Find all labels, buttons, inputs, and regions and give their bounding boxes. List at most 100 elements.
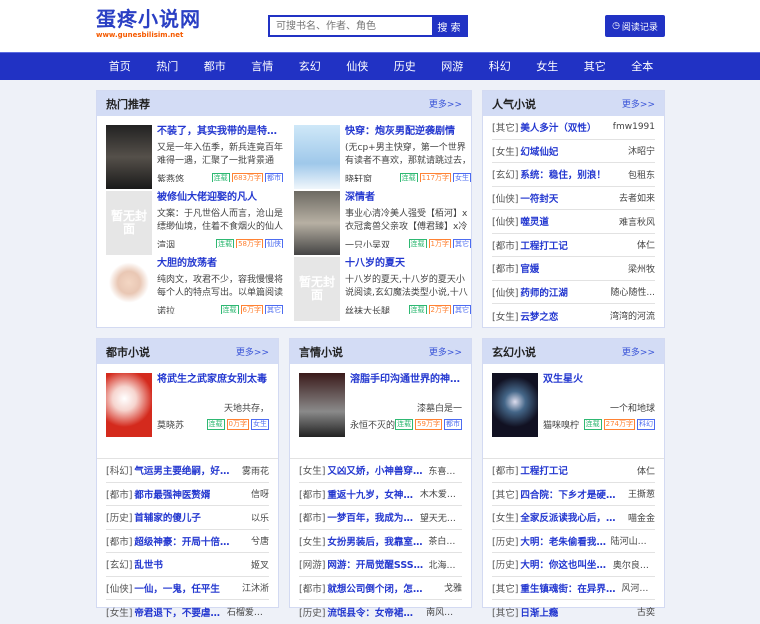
list-item[interactable]: [其它] 美人多汁（双性） fmw1991 bbox=[492, 116, 655, 140]
list-item[interactable]: [历史] 大明：老朱偷看我... 陆河山的... bbox=[492, 530, 655, 553]
nav-item-11[interactable]: 全本 bbox=[619, 53, 667, 80]
list-item-title[interactable]: 一符封天 bbox=[520, 191, 558, 205]
book-title[interactable]: 双生星火 bbox=[543, 373, 655, 387]
list-item[interactable]: [仙侠] 一符封天 去者如来 bbox=[492, 187, 655, 210]
list-item[interactable]: [女生] 云梦之恋 湾湾的河流 bbox=[492, 304, 655, 328]
list-item-title[interactable]: 重返十九岁，女神你... bbox=[327, 487, 415, 501]
list-item[interactable]: [女生]全家反派读我心后，人设... 喵金金 bbox=[492, 506, 655, 530]
list-item[interactable]: [玄幻] 系统：稳住，别浪！ 包租东 bbox=[492, 163, 655, 187]
list-item-title[interactable]: 气运男主要绝嗣，好孕女... bbox=[134, 463, 234, 477]
list-item-title[interactable]: 首辅家的傻儿子 bbox=[134, 510, 201, 524]
list-item[interactable]: [都市] 一梦百年，我成为了... 望天无敌手 bbox=[299, 506, 462, 530]
list-item-title[interactable]: 一仙，一鬼，任平生 bbox=[134, 581, 220, 595]
list-item-title[interactable]: 系统：稳住，别浪！ bbox=[520, 167, 606, 181]
nav-item-10[interactable]: 其它 bbox=[571, 53, 619, 80]
more-link[interactable]: 更多>> bbox=[622, 345, 655, 358]
list-item[interactable]: [女生] 幻域仙妃 沐昭宁 bbox=[492, 140, 655, 163]
nav-item-3[interactable]: 言情 bbox=[239, 53, 287, 80]
more-link[interactable]: 更多>> bbox=[236, 345, 269, 358]
list-item-title[interactable]: 药师的江湖 bbox=[520, 285, 568, 299]
list-item-title[interactable]: 又凶又娇，小神兽穿书... bbox=[327, 463, 424, 477]
book-title[interactable]: 快穿：炮灰男配逆袭剧情 bbox=[345, 125, 471, 139]
list-item-title[interactable]: 全家反派读我心后，人设... bbox=[520, 510, 620, 524]
search-button[interactable]: 搜 索 bbox=[432, 17, 466, 35]
list-item[interactable]: [都市] 超级神豪：开局十倍返现 兮唐 bbox=[106, 530, 269, 553]
list-item-title[interactable]: 都市最强神医赘婿 bbox=[134, 487, 210, 501]
list-item[interactable]: [玄幻] 乱世书 姬叉 bbox=[106, 553, 269, 577]
more-link[interactable]: 更多>> bbox=[429, 97, 462, 110]
list-item[interactable]: [都市] 重返十九岁，女神你... 木木爱吃鱼 bbox=[299, 483, 462, 506]
list-item-title[interactable]: 幻域仙妃 bbox=[520, 144, 558, 158]
list-item-title[interactable]: 官媛 bbox=[520, 261, 539, 275]
list-item-title[interactable]: 美人多汁（双性） bbox=[520, 120, 596, 134]
list-item-title[interactable]: 网游：开局觉醒SSS无... bbox=[327, 557, 424, 571]
search-input[interactable] bbox=[270, 17, 432, 35]
book-cover[interactable] bbox=[294, 125, 340, 189]
book-title[interactable]: 将武生之武家庶女别太毒 bbox=[157, 373, 269, 387]
list-item-title[interactable]: 乱世书 bbox=[134, 557, 163, 571]
list-item-title[interactable]: 工程打工记 bbox=[520, 238, 568, 252]
list-item-title[interactable]: 工程打工记 bbox=[520, 463, 568, 477]
book-title[interactable]: 溶脂手印沟通世界的神秘... bbox=[350, 373, 462, 387]
list-item-title[interactable]: 帝君退下，不要虐让... bbox=[134, 605, 222, 619]
book-cover[interactable] bbox=[294, 191, 340, 255]
book-title[interactable]: 十八岁的夏天 bbox=[345, 257, 471, 271]
list-item-title[interactable]: 一梦百年，我成为了... bbox=[327, 510, 415, 524]
nav-item-8[interactable]: 科幻 bbox=[476, 53, 524, 80]
list-item[interactable]: [科幻]气运男主要绝嗣，好孕女... 雾雨花 bbox=[106, 459, 269, 483]
list-item[interactable]: [都市] 官媛 梁州牧 bbox=[492, 257, 655, 281]
list-item[interactable]: [都市] 工程打工记 体仁 bbox=[492, 459, 655, 483]
list-item-title[interactable]: 女扮男装后，我靠室友... bbox=[327, 534, 424, 548]
no-cover-image[interactable]: 暂无封面 bbox=[294, 257, 340, 321]
list-item[interactable]: [历史] 大明：你这也叫坐牢... 奥尔良烤猫 bbox=[492, 553, 655, 577]
book-title[interactable]: 被修仙大佬迎娶的凡人 bbox=[157, 191, 283, 205]
list-item-title[interactable]: 云梦之恋 bbox=[520, 309, 558, 323]
list-item-author: 奥尔良烤猫 bbox=[612, 560, 655, 571]
list-item[interactable]: [其它] 重生镇魂街：在异界成... 风河溪竹 bbox=[492, 577, 655, 600]
list-item[interactable]: [女生] 又凶又娇，小神兽穿书... 东喜南北 bbox=[299, 459, 462, 483]
list-item[interactable]: [女生] 女扮男装后，我靠室友... 茶白墨黑 bbox=[299, 530, 462, 553]
nav-item-4[interactable]: 玄幻 bbox=[286, 53, 334, 80]
list-item-title[interactable]: 流氓县令：女帝裙下臣 bbox=[327, 605, 422, 619]
no-cover-image[interactable]: 暂无封面 bbox=[106, 191, 152, 255]
list-item-title[interactable]: 日渐上瘾 bbox=[520, 605, 558, 619]
list-item[interactable]: [其它] 日渐上瘾 古奕 bbox=[492, 600, 655, 624]
book-cover[interactable] bbox=[106, 257, 152, 321]
list-item[interactable]: [都市] 工程打工记 体仁 bbox=[492, 234, 655, 257]
nav-item-5[interactable]: 仙侠 bbox=[334, 53, 382, 80]
book-cover[interactable] bbox=[299, 373, 345, 437]
list-item[interactable]: [仙侠] 一仙，一鬼，任平生 江沐淅 bbox=[106, 577, 269, 600]
nav-item-2[interactable]: 都市 bbox=[191, 53, 239, 80]
book-cover[interactable] bbox=[106, 373, 152, 437]
site-logo[interactable]: 蛋疼小说网 www.gunesbilisim.net bbox=[96, 8, 201, 39]
nav-item-0[interactable]: 首页 bbox=[96, 53, 144, 80]
list-item[interactable]: [历史] 流氓县令：女帝裙下臣 南风听雨 bbox=[299, 600, 462, 624]
nav-item-7[interactable]: 网游 bbox=[429, 53, 477, 80]
list-item-title[interactable]: 大明：老朱偷看我... bbox=[520, 534, 606, 548]
nav-item-1[interactable]: 热门 bbox=[144, 53, 192, 80]
list-item[interactable]: [仙侠] 药师的江湖 随心随性... bbox=[492, 281, 655, 304]
nav-item-6[interactable]: 历史 bbox=[381, 53, 429, 80]
list-item-title[interactable]: 噬灵道 bbox=[520, 214, 549, 228]
list-item[interactable]: [女生] 帝君退下，不要虐让... 石榴爱上橙 bbox=[106, 600, 269, 624]
list-item[interactable]: [都市] 都市最强神医赘婿 信呀 bbox=[106, 483, 269, 506]
more-link[interactable]: 更多>> bbox=[429, 345, 462, 358]
list-item[interactable]: [其它] 四合院：下乡才是硬道理 王撕葱 bbox=[492, 483, 655, 506]
list-item-title[interactable]: 重生镇魂街：在异界成... bbox=[520, 581, 617, 595]
list-item-title[interactable]: 大明：你这也叫坐牢... bbox=[520, 557, 608, 571]
list-item[interactable]: [仙侠] 噬灵道 难言秋风 bbox=[492, 210, 655, 234]
more-link[interactable]: 更多>> bbox=[622, 97, 655, 110]
list-item-title[interactable]: 四合院：下乡才是硬道理 bbox=[520, 487, 620, 501]
nav-item-9[interactable]: 女生 bbox=[524, 53, 572, 80]
book-cover[interactable] bbox=[106, 125, 152, 189]
book-cover[interactable] bbox=[492, 373, 538, 437]
reading-history-button[interactable]: ◷ 阅读记录 bbox=[605, 15, 665, 37]
list-item[interactable]: [网游] 网游：开局觉醒SSS无... 北海的鱼 bbox=[299, 553, 462, 577]
list-item[interactable]: [都市]就想公司倒个闭，怎么这么难 戈雅 bbox=[299, 577, 462, 600]
book-title[interactable]: 大胆的放荡者 bbox=[157, 257, 283, 271]
book-title[interactable]: 深情者 bbox=[345, 191, 471, 205]
list-item-title[interactable]: 就想公司倒个闭，怎么这么难 bbox=[327, 581, 427, 595]
list-item[interactable]: [历史] 首辅家的傻儿子 以乐 bbox=[106, 506, 269, 530]
list-item-title[interactable]: 超级神豪：开局十倍返现 bbox=[134, 534, 234, 548]
book-title[interactable]: 不装了，其实我带的是特种... bbox=[157, 125, 283, 139]
